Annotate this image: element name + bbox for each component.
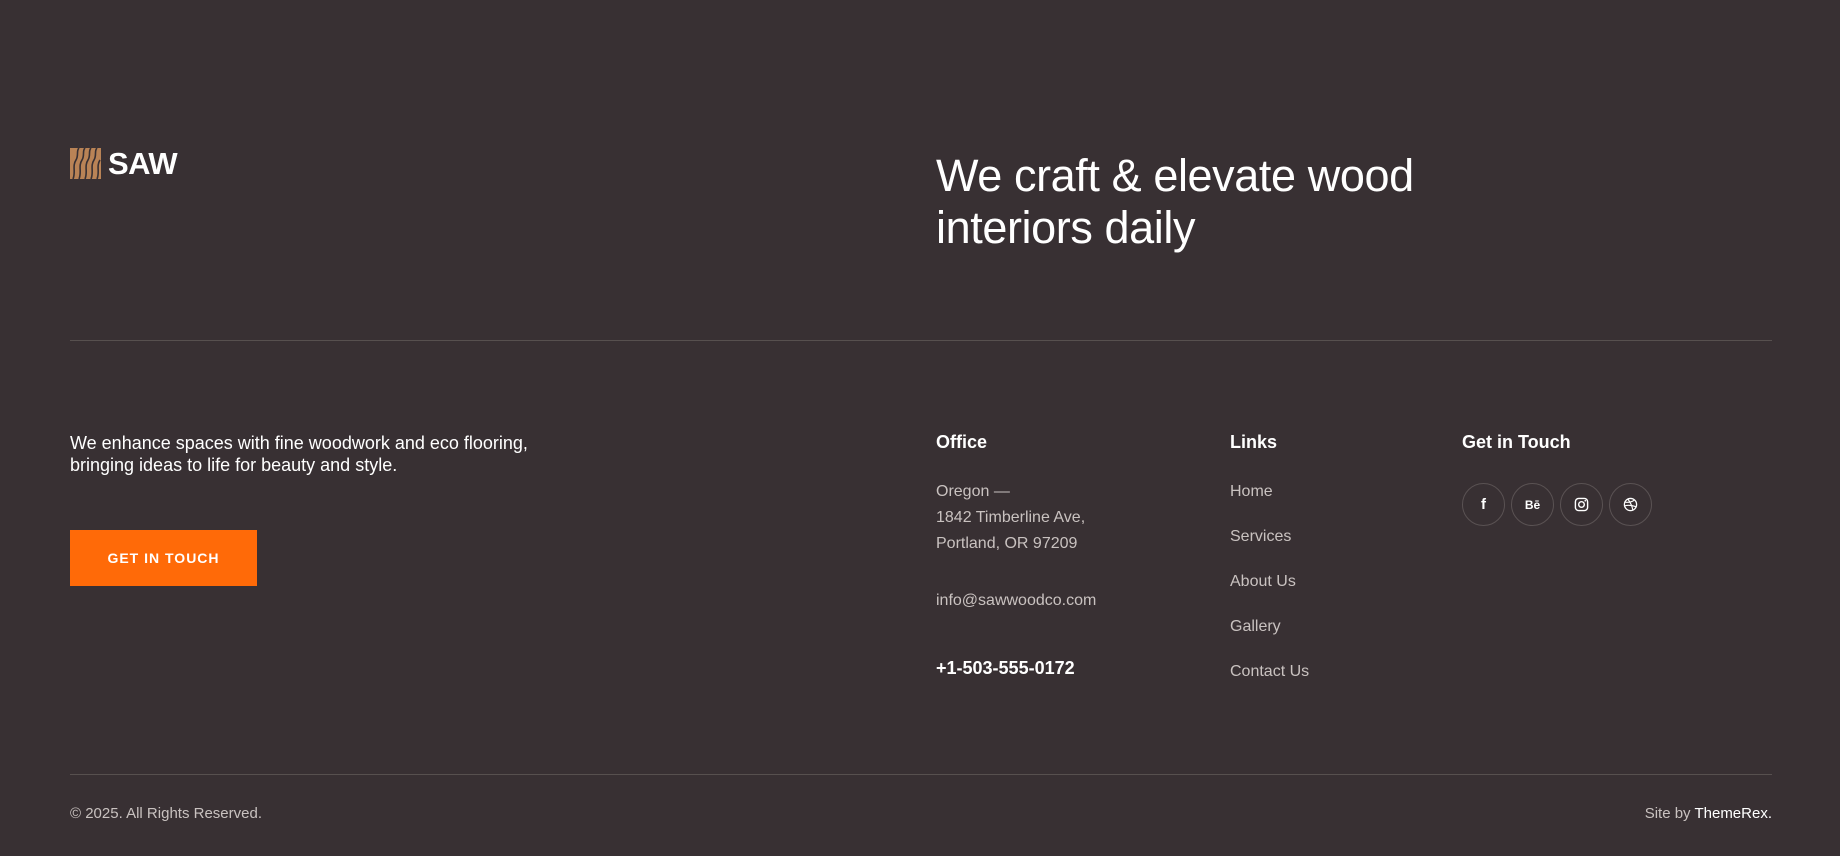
footer-headline: We craft & elevate wood interiors daily [936,150,1496,254]
site-credit-prefix: Site by [1644,805,1695,822]
footer-tagline: We enhance spaces with fine woodwork and… [70,433,528,475]
facebook-icon: f [1481,496,1486,513]
facebook-link[interactable]: f [1462,483,1505,526]
office-title: Office [936,432,988,452]
headline-line-1: We craft & elevate wood [936,150,1414,201]
list-item: Gallery [1230,615,1309,660]
top-divider [70,340,1772,341]
get-in-touch-title: Get in Touch [1462,432,1571,452]
copyright-text: © 2025. All Rights Reserved. [70,805,262,822]
office-email-link[interactable]: info@sawwoodco.com [936,592,1096,610]
address-line-2: 1842 Timberline Ave, [936,509,1086,526]
headline-line-2: interiors daily [936,202,1196,253]
get-in-touch-button[interactable]: Get in touch [70,530,257,586]
link-home[interactable]: Home [1230,483,1273,500]
instagram-link[interactable] [1560,483,1603,526]
behance-icon: Bē [1524,497,1541,512]
list-item: Services [1230,525,1309,570]
dribbble-icon [1623,497,1638,512]
address-line-1: Oregon — [936,483,1010,500]
instagram-icon [1574,497,1589,512]
link-about-us[interactable]: About Us [1230,573,1296,590]
link-gallery[interactable]: Gallery [1230,618,1281,635]
site-footer: SAW We craft & elevate wood interiors da… [0,0,1840,856]
bottom-divider [70,774,1772,775]
footer-links-list: Home Services About Us Gallery Contact U… [1230,480,1309,705]
office-address: Oregon — 1842 Timberline Ave, Portland, … [936,479,1156,557]
brand-name: SAW [108,146,178,181]
office-phone-link[interactable]: +1-503-555-0172 [936,658,1075,679]
site-credit: Site by ThemeRex. [1645,805,1772,822]
link-contact-us[interactable]: Contact Us [1230,663,1309,680]
address-line-3: Portland, OR 97209 [936,535,1078,552]
dribbble-link[interactable] [1609,483,1652,526]
list-item: Contact Us [1230,660,1309,705]
link-services[interactable]: Services [1230,528,1291,545]
list-item: Home [1230,480,1309,525]
social-links: f Bē [1462,483,1652,526]
links-title: Links [1230,432,1278,452]
behance-link[interactable]: Bē [1511,483,1554,526]
brand-logo[interactable]: SAW [70,146,178,181]
themerex-link[interactable]: ThemeRex. [1694,805,1772,822]
list-item: About Us [1230,570,1309,615]
wood-grain-icon [70,148,101,179]
